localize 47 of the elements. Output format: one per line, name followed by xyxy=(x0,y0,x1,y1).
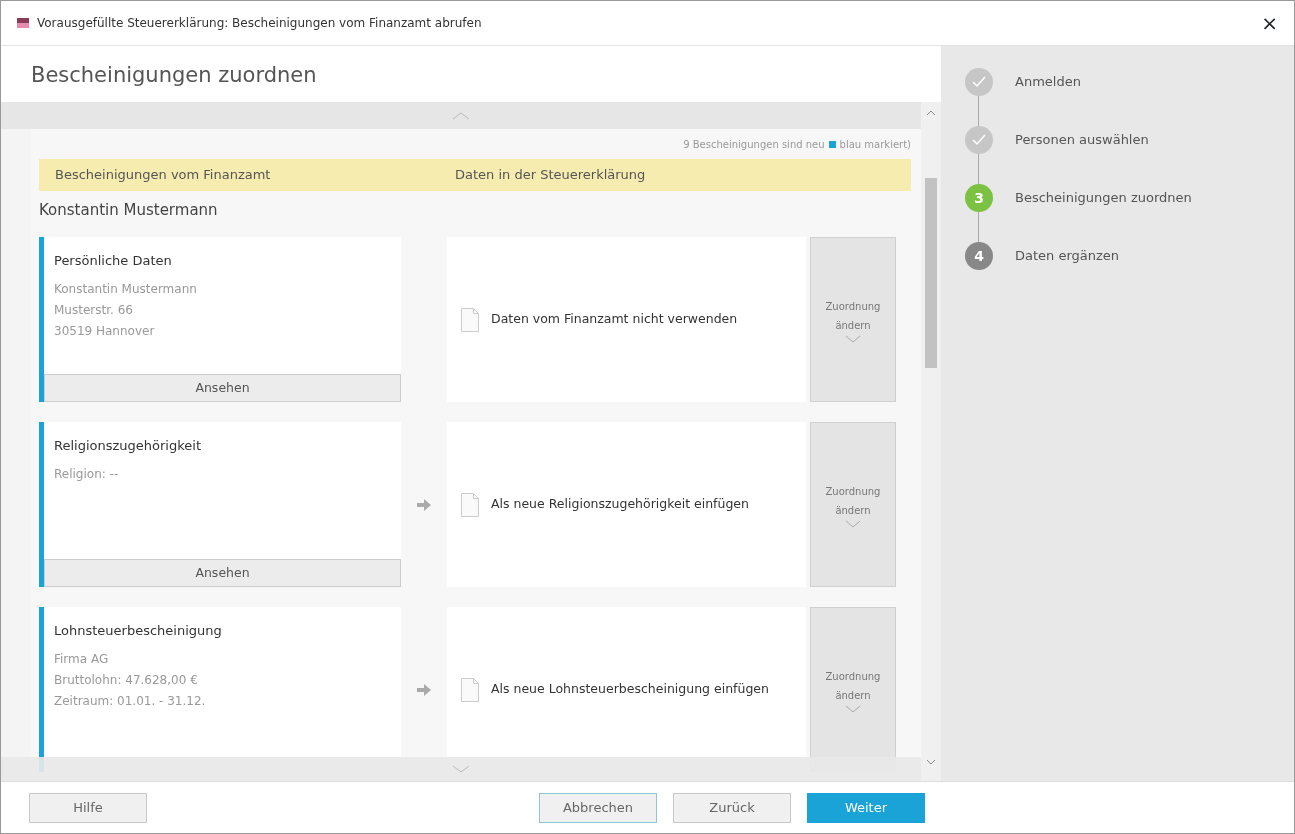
change-assignment-button[interactable]: Zuordnung ändern xyxy=(810,422,896,587)
column-heading: Bescheinigungen vom Finanzamt xyxy=(55,166,272,184)
step-indicator: 4 xyxy=(965,242,993,270)
scroll-up-icon[interactable] xyxy=(926,110,936,116)
step-label: Bescheinigungen zuordnen xyxy=(1015,189,1192,208)
view-button[interactable]: Ansehen xyxy=(44,374,401,402)
step-indicator: 3 xyxy=(965,184,993,212)
step-label: Anmelden xyxy=(1015,73,1081,92)
card-detail: Firma AG xyxy=(54,650,110,668)
next-button[interactable]: Weiter xyxy=(807,792,925,823)
target-text: Daten vom Finanzamt nicht verwenden xyxy=(491,310,738,329)
change-assignment-button[interactable]: Zuordnung ändern xyxy=(810,237,896,402)
scrollbar-thumb[interactable] xyxy=(925,178,937,368)
scroll-down-icon[interactable] xyxy=(452,765,470,773)
window-title: Vorausgefüllte Steuererklärung: Bescheinigungen vom Finanzamt abrufen xyxy=(37,15,482,32)
column-heading: Daten in der Steuererklärung xyxy=(455,166,646,184)
card-detail: Konstantin Mustermann xyxy=(54,280,198,298)
app-icon xyxy=(17,18,29,28)
document-icon xyxy=(461,677,479,702)
card-detail: Religion: -- xyxy=(54,465,120,483)
help-button[interactable]: Hilfe xyxy=(29,792,147,823)
close-button[interactable]: × xyxy=(1253,8,1286,38)
card-title: Persönliche Daten xyxy=(54,252,173,270)
notice-text: blau markiert) xyxy=(839,137,911,152)
page-heading: Bescheinigungen zuordnen xyxy=(31,63,317,87)
view-button[interactable]: Ansehen xyxy=(44,559,401,587)
card-detail: Musterstr. 66 xyxy=(54,301,134,319)
card-title: Religionszugehörigkeit xyxy=(54,437,202,455)
chevron-down-icon xyxy=(845,704,861,713)
step-label: Daten ergänzen xyxy=(1015,247,1120,266)
cancel-button[interactable]: Abbrechen xyxy=(539,792,657,823)
card-detail: Bruttolohn: 47.628,00 € xyxy=(54,671,199,689)
person-name: Konstantin Mustermann xyxy=(39,200,218,219)
target-text: Als neue Religionszugehörigkeit einfügen xyxy=(491,495,749,514)
card-detail: Zeitraum: 01.01. - 31.12. xyxy=(54,692,207,710)
document-icon xyxy=(461,307,479,332)
target-text: Als neue Lohnsteuerbescheinigung einfügen xyxy=(491,680,769,699)
scroll-down-icon[interactable] xyxy=(926,759,936,765)
notice-text: 9 Bescheinigungen sind neu xyxy=(683,137,825,152)
card-title: Lohnsteuerbescheinigung xyxy=(54,622,223,640)
document-icon xyxy=(461,492,479,517)
back-button[interactable]: Zurück xyxy=(673,792,791,823)
chevron-down-icon xyxy=(845,519,861,528)
chevron-down-icon xyxy=(845,334,861,343)
card-detail: 30519 Hannover xyxy=(54,322,156,340)
step-label: Personen auswählen xyxy=(1015,131,1149,150)
scroll-up-icon[interactable] xyxy=(452,111,470,120)
